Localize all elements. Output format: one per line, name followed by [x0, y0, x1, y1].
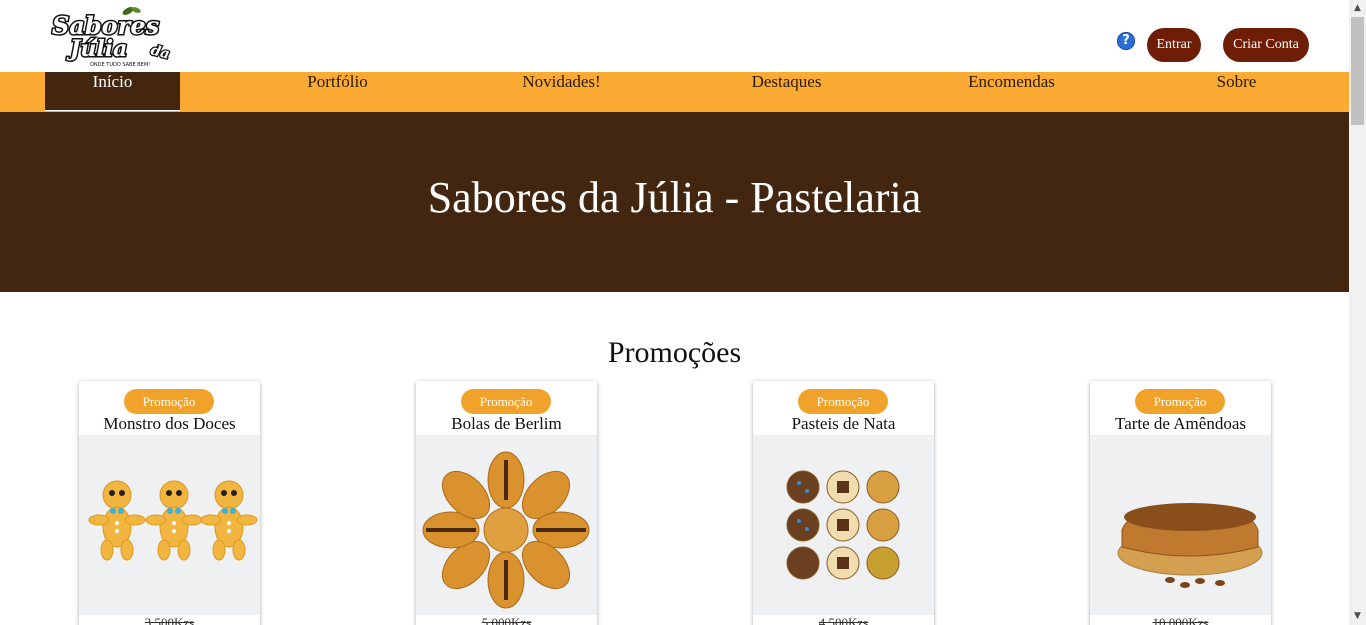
product-price: 5.000Kzs: [481, 615, 532, 625]
nav-item-novidades[interactable]: Novidades!: [494, 72, 629, 110]
svg-text:da: da: [149, 42, 171, 62]
product-card[interactable]: Promoção Bolas de Berlim 5.000Kzs: [416, 381, 597, 625]
svg-text:Júlia: Júlia: [66, 36, 127, 62]
scroll-down-arrow-icon[interactable]: ▼: [1349, 608, 1366, 625]
product-name: Monstro dos Doces: [103, 414, 236, 433]
site-header: Sabores Júlia da ONDE TUDO SABE BEM! ? E…: [0, 0, 1349, 72]
promo-badge: Promoção: [798, 389, 888, 414]
nav-item-portfolio[interactable]: Portfólio: [270, 72, 405, 110]
promotions-title: Promoções: [607, 336, 742, 369]
hero-title: Sabores da Júlia - Pastelaria: [427, 173, 922, 222]
product-name: Bolas de Berlim: [451, 414, 562, 433]
product-name: Tarte de Amêndoas: [1115, 414, 1246, 433]
page-scrollbar[interactable]: ▲ ▼: [1349, 0, 1366, 625]
nav-item-encomendas[interactable]: Encomendas: [944, 72, 1079, 110]
nav-item-destaques[interactable]: Destaques: [719, 72, 854, 110]
promo-badge: Promoção: [124, 389, 214, 414]
product-price: 10.000Kzs: [1152, 615, 1209, 625]
nav-item-sobre[interactable]: Sobre: [1169, 72, 1304, 110]
promo-badge: Promoção: [461, 389, 551, 414]
product-image[interactable]: [753, 435, 934, 615]
product-card[interactable]: Promoção Tarte de Amêndoas 10.000Kzs: [1090, 381, 1271, 625]
svg-text:ONDE TUDO SABE BEM!: ONDE TUDO SABE BEM!: [90, 62, 150, 68]
main-nav: Início Portfólio Novidades! Destaques En…: [0, 72, 1349, 112]
promo-badge: Promoção: [1135, 389, 1225, 414]
login-button[interactable]: Entrar: [1147, 28, 1201, 62]
product-price: 3.500Kzs: [144, 615, 195, 625]
product-price: 4.500Kzs: [818, 615, 869, 625]
help-icon[interactable]: ?: [1117, 32, 1135, 50]
signup-button[interactable]: Criar Conta: [1223, 28, 1309, 62]
product-card[interactable]: Promoção Monstro dos Doces 3.500Kzs: [79, 381, 260, 625]
product-card[interactable]: Promoção Pasteis de Nata 4.500Kzs: [753, 381, 934, 625]
hero-banner: Sabores da Júlia - Pastelaria: [0, 112, 1349, 292]
page: Sabores Júlia da ONDE TUDO SABE BEM! ? E…: [0, 0, 1349, 625]
scroll-up-arrow-icon[interactable]: ▲: [1349, 0, 1366, 17]
scroll-thumb[interactable]: [1351, 17, 1364, 125]
nav-item-inicio[interactable]: Início: [45, 72, 180, 111]
product-image[interactable]: [79, 435, 260, 615]
product-image[interactable]: [416, 435, 597, 615]
product-name: Pasteis de Nata: [791, 414, 896, 433]
product-image[interactable]: [1090, 435, 1271, 615]
site-logo[interactable]: Sabores Júlia da ONDE TUDO SABE BEM!: [50, 4, 176, 68]
